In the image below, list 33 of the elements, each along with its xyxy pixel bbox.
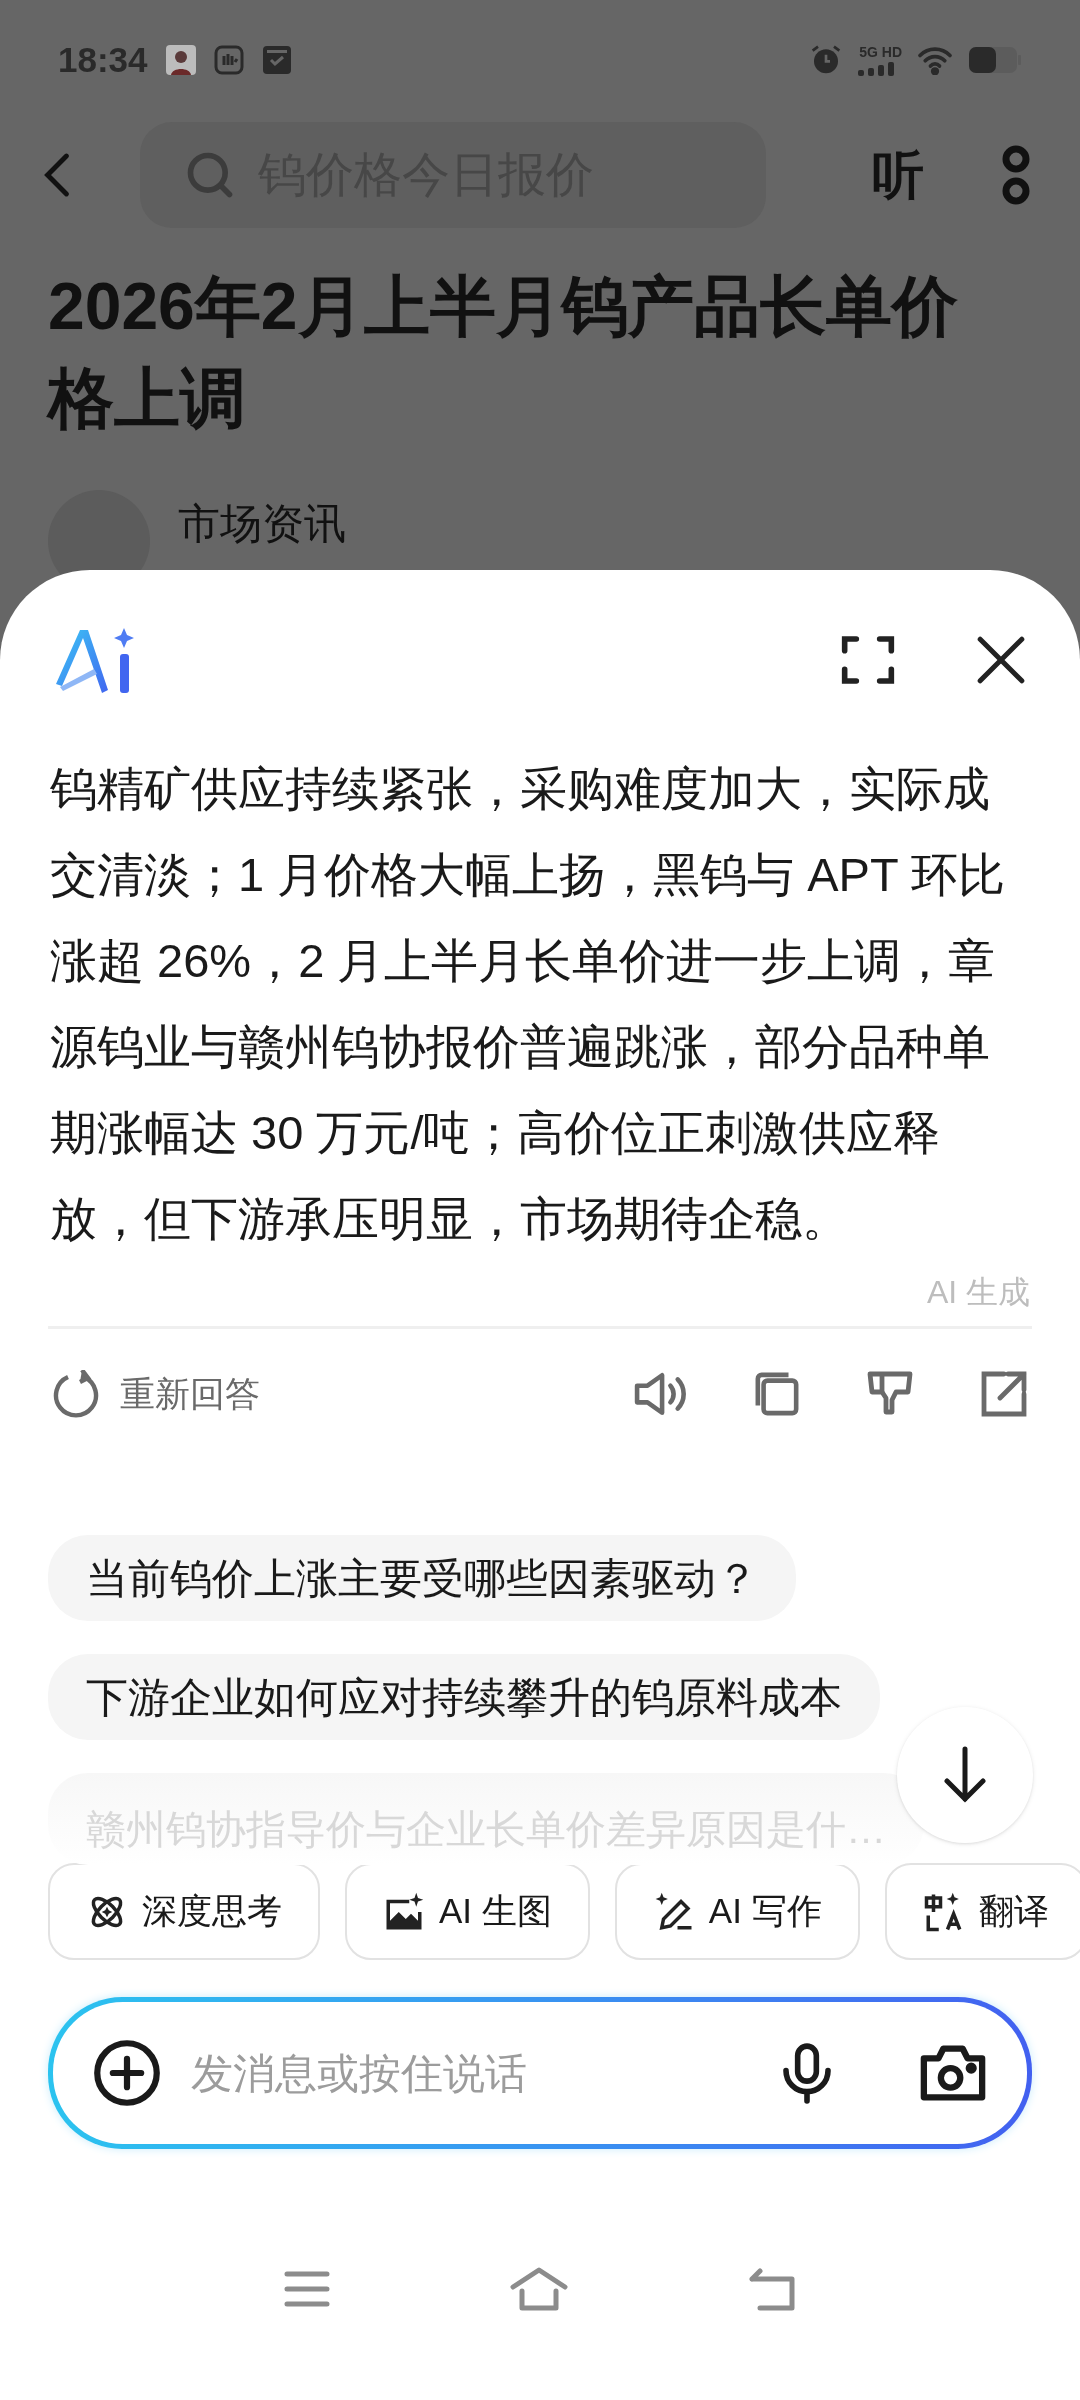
message-input[interactable]: 发消息或按住说话 (191, 2041, 749, 2105)
tool-label: AI 写作 (708, 1890, 822, 1933)
tool-label: AI 生图 (439, 1890, 552, 1933)
close-icon[interactable] (976, 635, 1026, 685)
tool-chip[interactable]: AI 生图 (345, 1863, 590, 1960)
avatar-icon (165, 45, 196, 75)
tool-chip[interactable]: 深度思考 (48, 1863, 320, 1960)
alarm-icon (810, 44, 842, 76)
more-icon[interactable] (1000, 145, 1032, 205)
answer-text: 钨精矿供应持续紧张，采购难度加大，实际成交清淡；1 月价格大幅上扬，黑钨与 APT 环比涨超 26%，2 月上半月长单价进一步上调，章源钨业与赣州钨协报价普遍跳涨，部分品种单期涨幅达 30 万元/吨；高价位正刺激供应释放，但下游承压明显，市场期待企稳。 (49, 761, 1006, 1247)
refresh-icon (52, 1370, 100, 1418)
back-nav-icon[interactable] (748, 2267, 796, 2311)
network-label: 5G HD (859, 44, 902, 60)
copy-icon[interactable] (754, 1371, 800, 1417)
wifi-icon (916, 45, 954, 75)
author-name: 市场资讯 (178, 498, 346, 549)
suggested-question[interactable]: 当前钨价上涨主要受哪些因素驱动？ (48, 1535, 796, 1622)
status-time: 18:34 (58, 38, 148, 81)
camera-icon[interactable] (919, 2043, 987, 2103)
share-icon[interactable] (980, 1370, 1028, 1418)
suggested-question[interactable]: 下游企业如何应对持续攀升的钨原料成本 (48, 1654, 880, 1741)
plus-icon[interactable] (93, 2039, 161, 2107)
tool-chip[interactable]: AI 写作 (614, 1863, 860, 1960)
inbox-icon (261, 45, 292, 75)
tool-label: 深度思考 (142, 1890, 282, 1933)
article-title: 2026年2月上半月钨产品长单价格上调 (45, 268, 959, 437)
home-icon[interactable] (510, 2267, 568, 2311)
menu-icon[interactable] (284, 2270, 330, 2308)
ai-generated-label: AI 生成 (926, 1273, 1030, 1312)
regenerate-button[interactable]: 重新回答 (52, 1367, 260, 1421)
tool-chip[interactable]: 翻译 (884, 1863, 1080, 1960)
tool-label: 翻译 (978, 1890, 1049, 1933)
battery-icon (968, 46, 1022, 74)
